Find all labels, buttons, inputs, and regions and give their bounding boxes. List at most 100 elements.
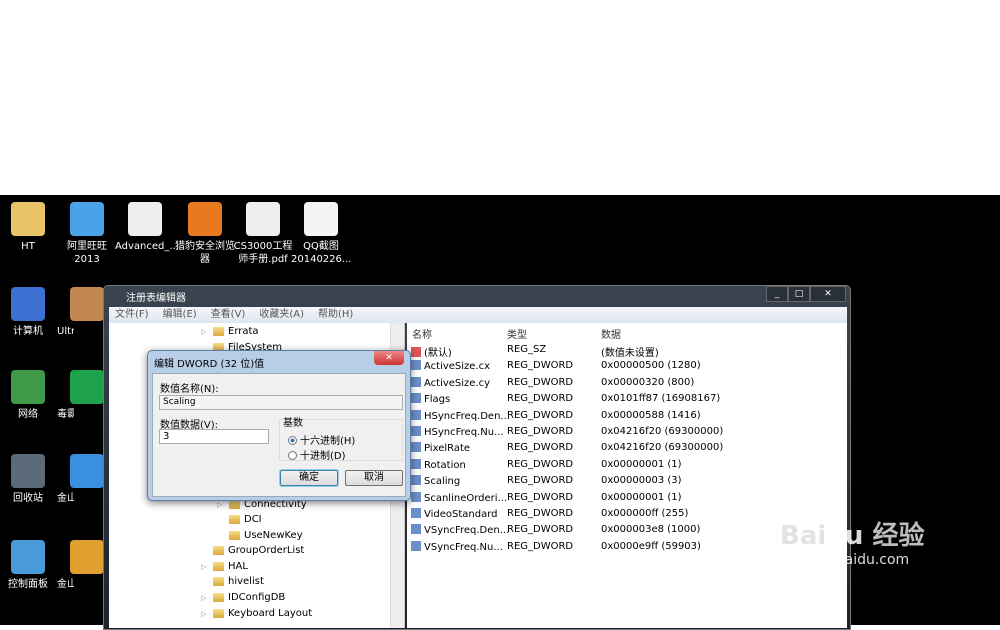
value-data: 0x00000320 (800)	[601, 376, 695, 388]
expand-arrow-icon[interactable]: ▷	[201, 328, 209, 336]
desktop-icon-label: Advanced_...	[115, 241, 179, 252]
value-type: REG_DWORD	[507, 508, 574, 519]
value-type: REG_DWORD	[507, 540, 574, 552]
desktop-icon[interactable]: QQ截图 20140226...	[291, 202, 351, 266]
value-type: REG_DWORD	[507, 426, 574, 437]
dword-value-icon	[411, 458, 421, 469]
desktop-icon[interactable]: Advanced_...	[115, 202, 179, 253]
value-row[interactable]: VSyncFreq.Nu... REG_DWORD 0x0000e9ff (5990…	[411, 540, 831, 557]
dword-value-icon	[411, 376, 421, 387]
tree-item[interactable]: hivelist	[201, 576, 264, 587]
desktop-icon-label: CS3000工程师手册.pdf	[233, 241, 293, 265]
hex-radio[interactable]: 十六进制(H)	[288, 432, 355, 447]
column-header-name[interactable]: 名称	[412, 326, 432, 341]
string-value-icon	[411, 347, 421, 357]
folder-icon	[213, 577, 224, 586]
value-name-label: 数值名称(N):	[160, 384, 219, 395]
dword-value-icon	[411, 475, 421, 486]
desktop-icon[interactable]: 阿里旺旺 2013	[57, 202, 117, 266]
tree-item[interactable]: ▷ Keyboard Layout	[201, 608, 312, 619]
value-data: 0x000000ff (255)	[601, 508, 689, 519]
user-folder-icon	[11, 202, 45, 236]
value-data: 0x0101ff87 (16908167)	[601, 393, 721, 405]
value-type: REG_DWORD	[507, 360, 574, 372]
desktop-icon[interactable]: 回收站	[0, 454, 58, 505]
value-data: (数值未设置)	[601, 348, 659, 359]
desktop-icon-label: 金山卫士	[57, 493, 74, 504]
value-row[interactable]: VideoStandard REG_DWORD 0x000000ff (255)	[411, 508, 831, 524]
menu-item[interactable]: 编辑(E)	[163, 307, 197, 323]
dword-value-icon	[411, 360, 421, 371]
desktop-icon[interactable]: 网络	[0, 370, 58, 421]
value-row[interactable]: VSyncFreq.Den... REG_DWORD 0x000003e8 (100…	[411, 524, 831, 540]
folder-icon	[213, 327, 224, 336]
menu-item[interactable]: 文件(F)	[115, 307, 149, 323]
value-type: REG_DWORD	[507, 409, 574, 421]
software-manager-icon	[70, 540, 104, 574]
jinshan-shield-icon	[70, 454, 104, 488]
value-row[interactable]: Flags REG_DWORD 0x0101ff87 (16908167)	[411, 393, 831, 409]
tree-item[interactable]: ▷ HAL	[201, 561, 248, 572]
folder-icon	[213, 609, 224, 618]
pdf-document-icon	[128, 202, 162, 236]
tree-item[interactable]: DCI	[217, 514, 262, 525]
column-header-data[interactable]: 数据	[601, 326, 621, 341]
desktop-icon[interactable]: 猎豹安全浏览器	[175, 202, 235, 266]
expand-arrow-icon[interactable]: ▷	[217, 501, 225, 509]
value-row[interactable]: ActiveSize.cy REG_DWORD 0x00000320 (800)	[411, 376, 831, 393]
base-label: 基数	[283, 418, 303, 429]
dword-value-icon	[411, 508, 421, 518]
value-name: ActiveSize.cx	[424, 361, 491, 373]
tree-item-label: IDConfigDB	[228, 592, 286, 603]
tree-item[interactable]: ▷ IDConfigDB	[201, 592, 285, 603]
desktop-icon[interactable]: 计算机	[0, 287, 58, 338]
ok-button[interactable]: 确定	[280, 470, 338, 486]
folder-icon	[229, 515, 240, 524]
value-name: VSyncFreq.Den...	[424, 525, 510, 537]
value-data: 0x0000e9ff (59903)	[601, 540, 701, 552]
value-name: (默认)	[424, 348, 452, 359]
menu-item[interactable]: 帮助(H)	[318, 307, 353, 323]
value-row[interactable]: (默认) REG_SZ (数值未设置)	[411, 344, 831, 360]
value-name: HSyncFreq.Den...	[424, 410, 510, 422]
value-data: 0x00000001 (1)	[601, 491, 682, 503]
desktop-icon[interactable]: HT	[0, 202, 58, 253]
close-button[interactable]: ✕	[810, 286, 846, 302]
desktop-icon[interactable]: CS3000工程师手册.pdf	[233, 202, 293, 266]
value-data-input[interactable]: 3	[159, 429, 269, 444]
minimize-button[interactable]: _	[766, 286, 788, 302]
dword-value-icon	[411, 409, 421, 420]
desktop-icon[interactable]: 控制面板	[0, 540, 58, 591]
value-row[interactable]: ActiveSize.cx REG_DWORD 0x00000500 (1280)	[411, 360, 831, 376]
tree-item[interactable]: GroupOrderList	[201, 545, 304, 556]
tree-item-label: HAL	[228, 561, 248, 572]
tree-item-label: Keyboard Layout	[228, 608, 313, 619]
value-row[interactable]: HSyncFreq.Den... REG_DWORD 0x00000588 (141…	[411, 409, 831, 426]
value-row[interactable]: HSyncFreq.Nu... REG_DWORD 0x04216f20 (6930…	[411, 426, 831, 442]
menu-item[interactable]: 收藏夹(A)	[259, 307, 304, 323]
tree-item-label: GroupOrderList	[228, 545, 305, 556]
desktop-icon-label: 网络	[18, 409, 38, 420]
value-data: 0x04216f20 (69300000)	[601, 426, 724, 437]
value-row[interactable]: PixelRate REG_DWORD 0x04216f20 (69300000)	[411, 442, 831, 458]
tree-item-label: Errata	[228, 326, 259, 337]
value-row[interactable]: Scaling REG_DWORD 0x00000003 (3)	[411, 475, 831, 491]
maximize-button[interactable]: □	[788, 286, 810, 302]
tree-item[interactable]: UseNewKey	[217, 530, 303, 541]
dialog-close-button[interactable]: ✕	[374, 351, 404, 365]
expand-arrow-icon[interactable]: ▷	[201, 563, 209, 571]
value-data: 0x000003e8 (1000)	[601, 524, 701, 536]
expand-arrow-icon[interactable]: ▷	[201, 594, 209, 602]
value-row[interactable]: ScanlineOrderi... REG_DWORD 0x00000001 (1)	[411, 491, 831, 508]
folder-icon	[229, 531, 240, 540]
column-header-type[interactable]: 类型	[507, 326, 527, 341]
cancel-button[interactable]: 取消	[345, 470, 403, 486]
value-row[interactable]: Rotation REG_DWORD 0x00000001 (1)	[411, 458, 831, 475]
desktop-icon-label: UltraISO	[57, 326, 74, 337]
dword-value-icon	[411, 426, 421, 436]
tree-item[interactable]: ▷ Errata	[201, 326, 259, 337]
menu-item[interactable]: 查看(V)	[211, 307, 246, 323]
expand-arrow-icon[interactable]: ▷	[201, 610, 209, 618]
dec-radio[interactable]: 十进制(D)	[288, 447, 346, 462]
dword-value-icon	[411, 491, 421, 502]
